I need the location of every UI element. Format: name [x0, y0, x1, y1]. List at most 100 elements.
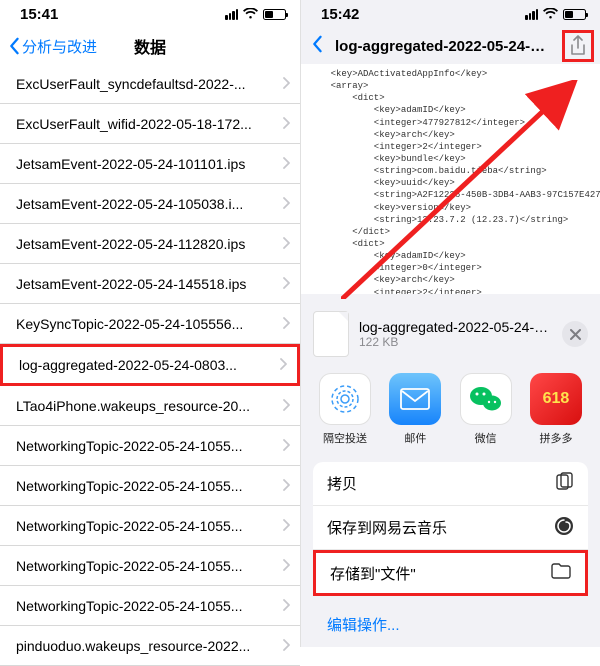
file-row[interactable]: JetsamEvent-2022-05-24-112820.ips [0, 224, 300, 264]
file-row[interactable]: JetsamEvent-2022-05-24-145518.ips [0, 264, 300, 304]
share-app-label: 邮件 [404, 430, 426, 446]
file-list[interactable]: ExcUserFault_syncdefaultsd-2022-... ExcUs… [0, 64, 300, 666]
file-row[interactable]: NetworkingTopic-2022-05-24-1055... [0, 546, 300, 586]
status-indicators [525, 6, 586, 23]
chevron-right-icon [282, 478, 290, 494]
chevron-right-icon [282, 236, 290, 252]
nav-bar: 分析与改进 数据 [0, 28, 300, 64]
action-row[interactable]: 存储到"文件" [313, 550, 588, 596]
airdrop-icon [319, 373, 371, 425]
chevron-right-icon [282, 76, 290, 92]
back-button[interactable] [311, 35, 323, 58]
back-label: 分析与改进 [22, 36, 97, 57]
chevron-right-icon [282, 156, 290, 172]
file-row[interactable]: JetsamEvent-2022-05-24-101101.ips [0, 144, 300, 184]
share-app-wechat[interactable]: 微信 [458, 373, 514, 446]
file-name: JetsamEvent-2022-05-24-105038.i... [16, 196, 282, 212]
share-app-label: 拼多多 [539, 430, 572, 446]
chevron-right-icon [282, 398, 290, 414]
signal-icon [225, 9, 238, 20]
screen-right: 15:42 log-aggregated-2022-05-24-0... <ke… [300, 0, 600, 647]
file-name: ExcUserFault_wifid-2022-05-18-172... [16, 116, 282, 132]
file-name: JetsamEvent-2022-05-24-145518.ips [16, 276, 282, 292]
chevron-right-icon [282, 196, 290, 212]
share-app-label: 微信 [475, 430, 497, 446]
file-name: LTao4iPhone.wakeups_resource-20... [16, 398, 282, 414]
status-bar: 15:42 [301, 0, 600, 28]
file-name: JetsamEvent-2022-05-24-101101.ips [16, 156, 282, 172]
mail-icon [389, 373, 441, 425]
status-bar: 15:41 [0, 0, 300, 28]
file-row[interactable]: NetworkingTopic-2022-05-24-1055... [0, 506, 300, 546]
file-row[interactable]: NetworkingTopic-2022-05-24-1055... [0, 466, 300, 506]
file-name: NetworkingTopic-2022-05-24-1055... [16, 598, 282, 614]
share-icon [569, 35, 587, 57]
sheet-file-size: 122 KB [359, 335, 552, 349]
share-app-label: 隔空投送 [323, 430, 367, 446]
share-button[interactable] [562, 30, 594, 62]
chevron-right-icon [282, 116, 290, 132]
document-icon [313, 311, 349, 357]
chevron-right-icon [282, 316, 290, 332]
file-row[interactable]: pinduoduo.wakeups_resource-2022... [0, 626, 300, 666]
share-sheet: log-aggregated-2022-05-24-0... 122 KB 隔空… [301, 299, 600, 647]
nav-bar: log-aggregated-2022-05-24-0... [301, 28, 600, 64]
file-row[interactable]: NetworkingTopic-2022-05-24-1055... [0, 426, 300, 466]
chevron-left-icon [8, 37, 20, 55]
share-apps-row: 隔空投送 邮件 微信 618 拼多多 [313, 373, 588, 446]
share-app-pdd[interactable]: 618 拼多多 [528, 373, 584, 446]
file-name: ExcUserFault_syncdefaultsd-2022-... [16, 76, 282, 92]
close-button[interactable] [562, 321, 588, 347]
chevron-right-icon [282, 438, 290, 454]
file-name: NetworkingTopic-2022-05-24-1055... [16, 518, 282, 534]
wifi-icon [543, 6, 558, 23]
file-title: log-aggregated-2022-05-24-0... [323, 34, 562, 59]
file-name: NetworkingTopic-2022-05-24-1055... [16, 438, 282, 454]
netease-icon [554, 516, 574, 540]
battery-icon [263, 9, 286, 20]
status-time: 15:41 [20, 6, 58, 23]
file-content[interactable]: <key>ADActivatedAppInfo</key> <array> <d… [301, 64, 600, 294]
file-name: JetsamEvent-2022-05-24-112820.ips [16, 236, 282, 252]
share-app-airdrop[interactable]: 隔空投送 [317, 373, 373, 446]
file-name: NetworkingTopic-2022-05-24-1055... [16, 478, 282, 494]
action-label: 保存到网易云音乐 [327, 517, 447, 538]
screen-left: 15:41 分析与改进 数据 ExcUserFault_syncdefaults… [0, 0, 300, 647]
file-row[interactable]: LTao4iPhone.wakeups_resource-20... [0, 386, 300, 426]
copy-icon [554, 472, 574, 496]
page-title: 数据 [134, 34, 166, 58]
chevron-right-icon [282, 598, 290, 614]
share-app-mail[interactable]: 邮件 [387, 373, 443, 446]
file-row[interactable]: NetworkingTopic-2022-05-24-1055... [0, 586, 300, 626]
chevron-right-icon [282, 638, 290, 654]
action-label: 拷贝 [327, 473, 357, 494]
file-name: KeySyncTopic-2022-05-24-105556... [16, 316, 282, 332]
file-name: pinduoduo.wakeups_resource-2022... [16, 638, 282, 654]
action-row[interactable]: 保存到网易云音乐 [313, 506, 588, 550]
edit-actions-link[interactable]: 编辑操作... [313, 606, 588, 635]
action-label: 存储到"文件" [330, 563, 416, 584]
battery-icon [563, 9, 586, 20]
sheet-file-name: log-aggregated-2022-05-24-0... [359, 319, 552, 335]
chevron-right-icon [282, 518, 290, 534]
file-name: NetworkingTopic-2022-05-24-1055... [16, 558, 282, 574]
wechat-icon [460, 373, 512, 425]
file-row[interactable]: JetsamEvent-2022-05-24-105038.i... [0, 184, 300, 224]
back-button[interactable]: 分析与改进 [8, 36, 97, 57]
close-icon [570, 329, 581, 340]
sheet-header: log-aggregated-2022-05-24-0... 122 KB [313, 311, 588, 357]
file-row[interactable]: KeySyncTopic-2022-05-24-105556... [0, 304, 300, 344]
status-time: 15:42 [321, 6, 359, 23]
signal-icon [525, 9, 538, 20]
action-row[interactable]: 拷贝 [313, 462, 588, 506]
chevron-right-icon [282, 558, 290, 574]
action-list: 拷贝保存到网易云音乐存储到"文件" [313, 462, 588, 596]
status-indicators [225, 6, 286, 23]
file-row[interactable]: log-aggregated-2022-05-24-0803... [0, 344, 300, 386]
file-row[interactable]: ExcUserFault_syncdefaultsd-2022-... [0, 64, 300, 104]
pdd-icon: 618 [530, 373, 582, 425]
file-name: log-aggregated-2022-05-24-0803... [19, 357, 279, 373]
folder-icon [551, 563, 571, 583]
file-row[interactable]: ExcUserFault_wifid-2022-05-18-172... [0, 104, 300, 144]
wifi-icon [243, 6, 258, 23]
